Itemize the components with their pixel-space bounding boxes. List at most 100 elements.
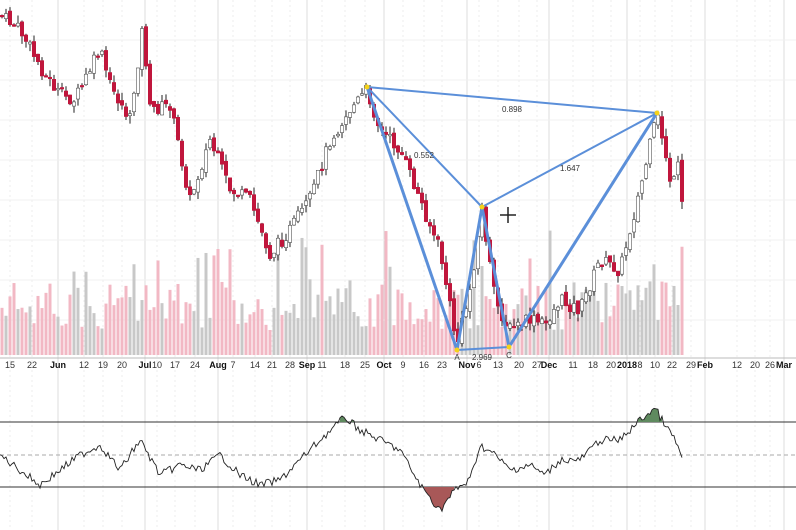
volume-bar bbox=[484, 296, 488, 355]
volume-bar bbox=[620, 285, 624, 355]
candle-down bbox=[607, 255, 612, 263]
x-tick-label: 26 bbox=[765, 360, 775, 370]
x-tick-label: 20 bbox=[606, 360, 616, 370]
candle-down bbox=[391, 132, 396, 149]
x-tick-label: 22 bbox=[667, 360, 677, 370]
x-tick-label: 28 bbox=[285, 360, 295, 370]
candle-up bbox=[671, 176, 676, 180]
volume-bar bbox=[112, 305, 116, 355]
volume-bar bbox=[60, 325, 64, 355]
volume-bar bbox=[480, 266, 484, 355]
candle-down bbox=[259, 223, 264, 233]
volume-bar bbox=[572, 282, 576, 355]
x-tick-label: 22 bbox=[27, 360, 37, 370]
volume-bar bbox=[16, 309, 20, 355]
volume-bar bbox=[128, 297, 132, 355]
candle-up bbox=[200, 169, 205, 179]
ratio-label-AC: 2.969 bbox=[472, 353, 493, 362]
volume-bar bbox=[320, 244, 324, 355]
candle-up bbox=[92, 54, 97, 74]
volume-bar bbox=[304, 247, 308, 355]
candle-down bbox=[415, 187, 420, 194]
volume-bar bbox=[624, 293, 628, 355]
candle-down bbox=[395, 145, 400, 153]
candle-down bbox=[419, 192, 424, 204]
candle-up bbox=[323, 146, 328, 170]
candle-up bbox=[471, 269, 476, 288]
candle-up bbox=[551, 309, 556, 324]
candle-up bbox=[315, 169, 320, 185]
candle-down bbox=[108, 72, 113, 80]
candle-down bbox=[80, 85, 85, 88]
candle-down bbox=[575, 300, 580, 315]
candle-up bbox=[559, 294, 564, 306]
volume-bar bbox=[664, 282, 668, 355]
candle-down bbox=[244, 188, 249, 193]
volume-bar bbox=[24, 312, 28, 355]
volume-bar bbox=[348, 280, 352, 355]
candle-up bbox=[591, 269, 596, 292]
volume-bar bbox=[636, 285, 640, 355]
candle-down bbox=[535, 313, 540, 323]
volume-bar bbox=[64, 323, 68, 355]
candle-up bbox=[555, 306, 560, 311]
candle-up bbox=[160, 101, 165, 116]
candle-down bbox=[248, 190, 253, 195]
volume-bar bbox=[280, 314, 284, 355]
candle-up bbox=[275, 237, 280, 256]
volume-bar bbox=[500, 327, 504, 355]
candle-up bbox=[299, 208, 304, 213]
volume-bar bbox=[488, 299, 492, 355]
x-tick-label: 20 bbox=[514, 360, 524, 370]
candle-up bbox=[515, 321, 520, 327]
volume-bar bbox=[440, 328, 444, 355]
candle-up bbox=[196, 179, 201, 193]
candle-up bbox=[507, 323, 512, 329]
volume-bar bbox=[552, 329, 556, 355]
candle-down bbox=[220, 151, 225, 165]
volume-bar bbox=[44, 292, 48, 355]
pattern-point-C[interactable] bbox=[506, 344, 512, 350]
volume-bar bbox=[420, 319, 424, 355]
candle-up bbox=[387, 134, 392, 137]
candle-up bbox=[647, 138, 652, 165]
candle-down bbox=[156, 103, 161, 114]
volume-bar bbox=[236, 323, 240, 355]
volume-bar bbox=[56, 316, 60, 355]
volume-bar bbox=[384, 231, 388, 355]
candle-down bbox=[144, 26, 149, 67]
volume-bar bbox=[164, 318, 168, 355]
volume-bar bbox=[136, 320, 140, 355]
volume-bar bbox=[48, 283, 52, 355]
pattern-point-A[interactable] bbox=[454, 347, 460, 353]
candle-up bbox=[295, 210, 300, 222]
volume-bar bbox=[676, 305, 680, 355]
candle-up bbox=[627, 233, 632, 250]
volume-bar bbox=[140, 300, 144, 355]
candle-down bbox=[104, 50, 109, 71]
candle-up bbox=[4, 13, 9, 19]
volume-bar bbox=[80, 326, 84, 355]
candle-down bbox=[232, 189, 237, 195]
candle-up bbox=[619, 256, 624, 275]
pattern-point-X[interactable] bbox=[364, 84, 370, 90]
candle-down bbox=[563, 291, 568, 307]
pattern-point-B[interactable] bbox=[479, 204, 485, 210]
x-tick-label: Oct bbox=[376, 360, 391, 370]
x-tick-label: 15 bbox=[5, 360, 15, 370]
price-chart[interactable]: 15 22 Jun 12 19 20 Jul 10 17 24 Aug 7 14 21 28 Sep 11 18 2… bbox=[0, 0, 796, 530]
pattern-point-D[interactable] bbox=[654, 110, 660, 116]
x-axis-ticks: 15 22 Jun 12 19 20 Jul 10 17 24 Aug 7 14 21 28 Sep 11 18 2… bbox=[5, 360, 793, 370]
candle-down bbox=[148, 63, 153, 105]
candle-down bbox=[12, 24, 17, 27]
candle-up bbox=[639, 180, 644, 194]
candle-up bbox=[204, 149, 209, 173]
x-tick-label: 18 bbox=[340, 360, 350, 370]
volume-bar bbox=[528, 258, 532, 355]
volume-bar bbox=[680, 246, 684, 355]
candle-down bbox=[611, 262, 616, 272]
x-tick-label: 2018 bbox=[617, 360, 637, 370]
candle-down bbox=[663, 136, 668, 159]
pattern-point-label: C bbox=[506, 351, 512, 360]
volume-bar bbox=[248, 314, 252, 355]
